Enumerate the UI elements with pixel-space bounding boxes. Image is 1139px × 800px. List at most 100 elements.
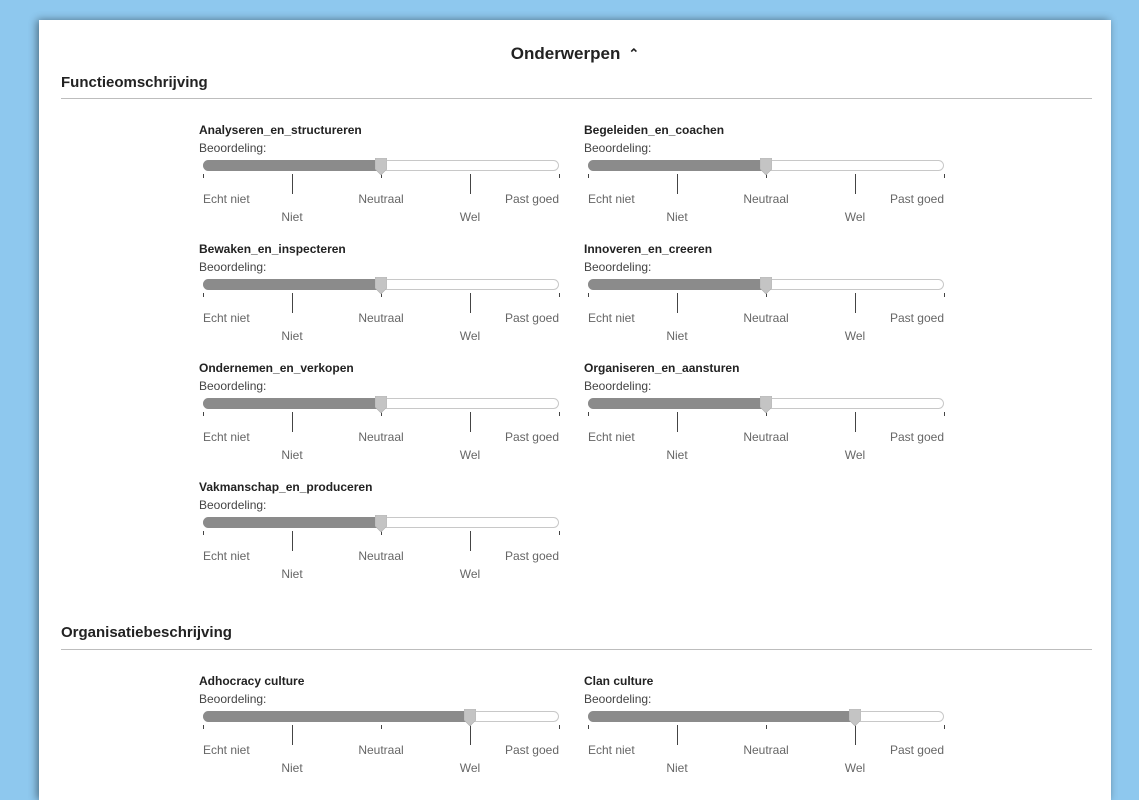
slider-thumb[interactable]: [760, 396, 772, 413]
rating-ondernemen-en-verkopen: Ondernemen_en_verkopen Beoordeling: Echt n…: [199, 361, 569, 471]
slider-tick: [291, 174, 293, 194]
rating-label: Beoordeling:: [584, 141, 652, 155]
slider-tick: [943, 293, 945, 297]
rating-begeleiden-en-coachen: Begeleiden_en_coachen Beoordeling: Echt ni…: [584, 123, 954, 233]
scale-label: Neutraal: [358, 743, 404, 757]
slider-tick: [854, 725, 856, 745]
scale-label: Niet: [281, 567, 303, 581]
slider-tick: [380, 725, 382, 729]
rating-title: Organiseren_en_aansturen: [584, 361, 740, 375]
scale-label: Echt niet: [588, 743, 635, 757]
scale-label: Niet: [281, 448, 303, 462]
scale-label: Echt niet: [203, 311, 250, 325]
slider-thumb[interactable]: [464, 709, 476, 726]
rating-title: Adhocracy culture: [199, 674, 305, 688]
scale-label: Neutraal: [743, 743, 789, 757]
slider-tick: [943, 174, 945, 178]
slider-tick: [469, 531, 471, 551]
slider-thumb[interactable]: [760, 158, 772, 175]
scale-label: Neutraal: [743, 430, 789, 444]
scale-label: Niet: [281, 210, 303, 224]
slider-tick: [587, 293, 589, 297]
scale-label: Wel: [844, 761, 866, 775]
topics-header[interactable]: Onderwerpen ⌃: [39, 44, 1111, 64]
slider-fill: [588, 160, 766, 171]
slider-fill: [203, 517, 381, 528]
rating-clan-culture: Clan culture Beoordeling: Echt niet Niet Neu…: [584, 674, 954, 784]
scale-label: Echt niet: [588, 430, 635, 444]
scale-label: Wel: [844, 210, 866, 224]
scale-label: Past goed: [889, 192, 944, 206]
section-heading-functieomschrijving: Functieomschrijving: [61, 74, 208, 91]
scale-label: Past goed: [889, 311, 944, 325]
rating-title: Analyseren_en_structureren: [199, 123, 362, 137]
slider-fill: [203, 279, 381, 290]
slider-thumb[interactable]: [375, 396, 387, 413]
slider-tick: [202, 293, 204, 297]
slider-thumb[interactable]: [760, 277, 772, 294]
rating-title: Clan culture: [584, 674, 654, 688]
slider-fill: [203, 398, 381, 409]
rating-label: Beoordeling:: [199, 692, 267, 706]
scale-label: Neutraal: [743, 311, 789, 325]
slider-fill: [588, 711, 855, 722]
slider-fill: [588, 279, 766, 290]
scale-label: Past goed: [504, 549, 559, 563]
scale-label: Niet: [666, 210, 688, 224]
rating-label: Beoordeling:: [584, 379, 652, 393]
scale-label: Echt niet: [588, 192, 635, 206]
scale-label: Past goed: [504, 311, 559, 325]
slider-tick: [202, 174, 204, 178]
slider-tick: [587, 174, 589, 178]
rating-title: Begeleiden_en_coachen: [584, 123, 725, 137]
scale-label: Past goed: [889, 743, 944, 757]
slider-tick: [558, 725, 560, 729]
scale-label: Wel: [459, 567, 481, 581]
topics-panel: Onderwerpen ⌃ Functieomschrijving Organis…: [39, 20, 1111, 800]
rating-label: Beoordeling:: [584, 260, 652, 274]
scale-label: Echt niet: [588, 311, 635, 325]
slider-tick: [943, 412, 945, 416]
scale-label: Wel: [844, 329, 866, 343]
scale-label: Neutraal: [743, 192, 789, 206]
slider-thumb[interactable]: [375, 277, 387, 294]
scale-label: Wel: [844, 448, 866, 462]
slider-tick: [854, 412, 856, 432]
scale-label: Past goed: [504, 743, 559, 757]
slider-thumb[interactable]: [375, 158, 387, 175]
scale-label: Niet: [666, 761, 688, 775]
slider-fill: [203, 711, 470, 722]
slider-tick: [854, 174, 856, 194]
slider-tick: [587, 725, 589, 729]
page-title: Onderwerpen: [510, 44, 621, 63]
slider-tick: [765, 725, 767, 729]
rating-title: Bewaken_en_inspecteren: [199, 242, 346, 256]
rating-label: Beoordeling:: [199, 379, 267, 393]
slider-fill: [588, 398, 766, 409]
chevron-up-icon[interactable]: ⌃: [628, 46, 639, 61]
slider-thumb[interactable]: [375, 515, 387, 532]
rating-organiseren-en-aansturen: Organiseren_en_aansturen Beoordeling: Echt…: [584, 361, 954, 471]
scale-label: Neutraal: [358, 192, 404, 206]
slider-tick: [587, 412, 589, 416]
scale-label: Neutraal: [358, 549, 404, 563]
slider-tick: [202, 412, 204, 416]
rating-adhocracy-culture: Adhocracy culture Beoordeling: Echt niet Ni…: [199, 674, 569, 784]
scale-label: Echt niet: [203, 743, 250, 757]
scale-label: Niet: [281, 761, 303, 775]
scale-label: Niet: [666, 448, 688, 462]
rating-label: Beoordeling:: [584, 692, 652, 706]
rating-label: Beoordeling:: [199, 260, 267, 274]
rating-innoveren-en-creeren: Innoveren_en_creeren Beoordeling: Echt nie…: [584, 242, 954, 352]
scale-label: Wel: [459, 210, 481, 224]
rating-title: Ondernemen_en_verkopen: [199, 361, 354, 375]
slider-thumb[interactable]: [849, 709, 861, 726]
scale-label: Echt niet: [203, 430, 250, 444]
slider-tick: [676, 293, 678, 313]
section-heading-organisatiebeschrijving: Organisatiebeschrijving: [61, 624, 232, 641]
slider-tick: [469, 412, 471, 432]
slider-tick: [202, 531, 204, 535]
slider-tick: [676, 174, 678, 194]
rating-label: Beoordeling:: [199, 141, 267, 155]
rating-title: Innoveren_en_creeren: [584, 242, 713, 256]
